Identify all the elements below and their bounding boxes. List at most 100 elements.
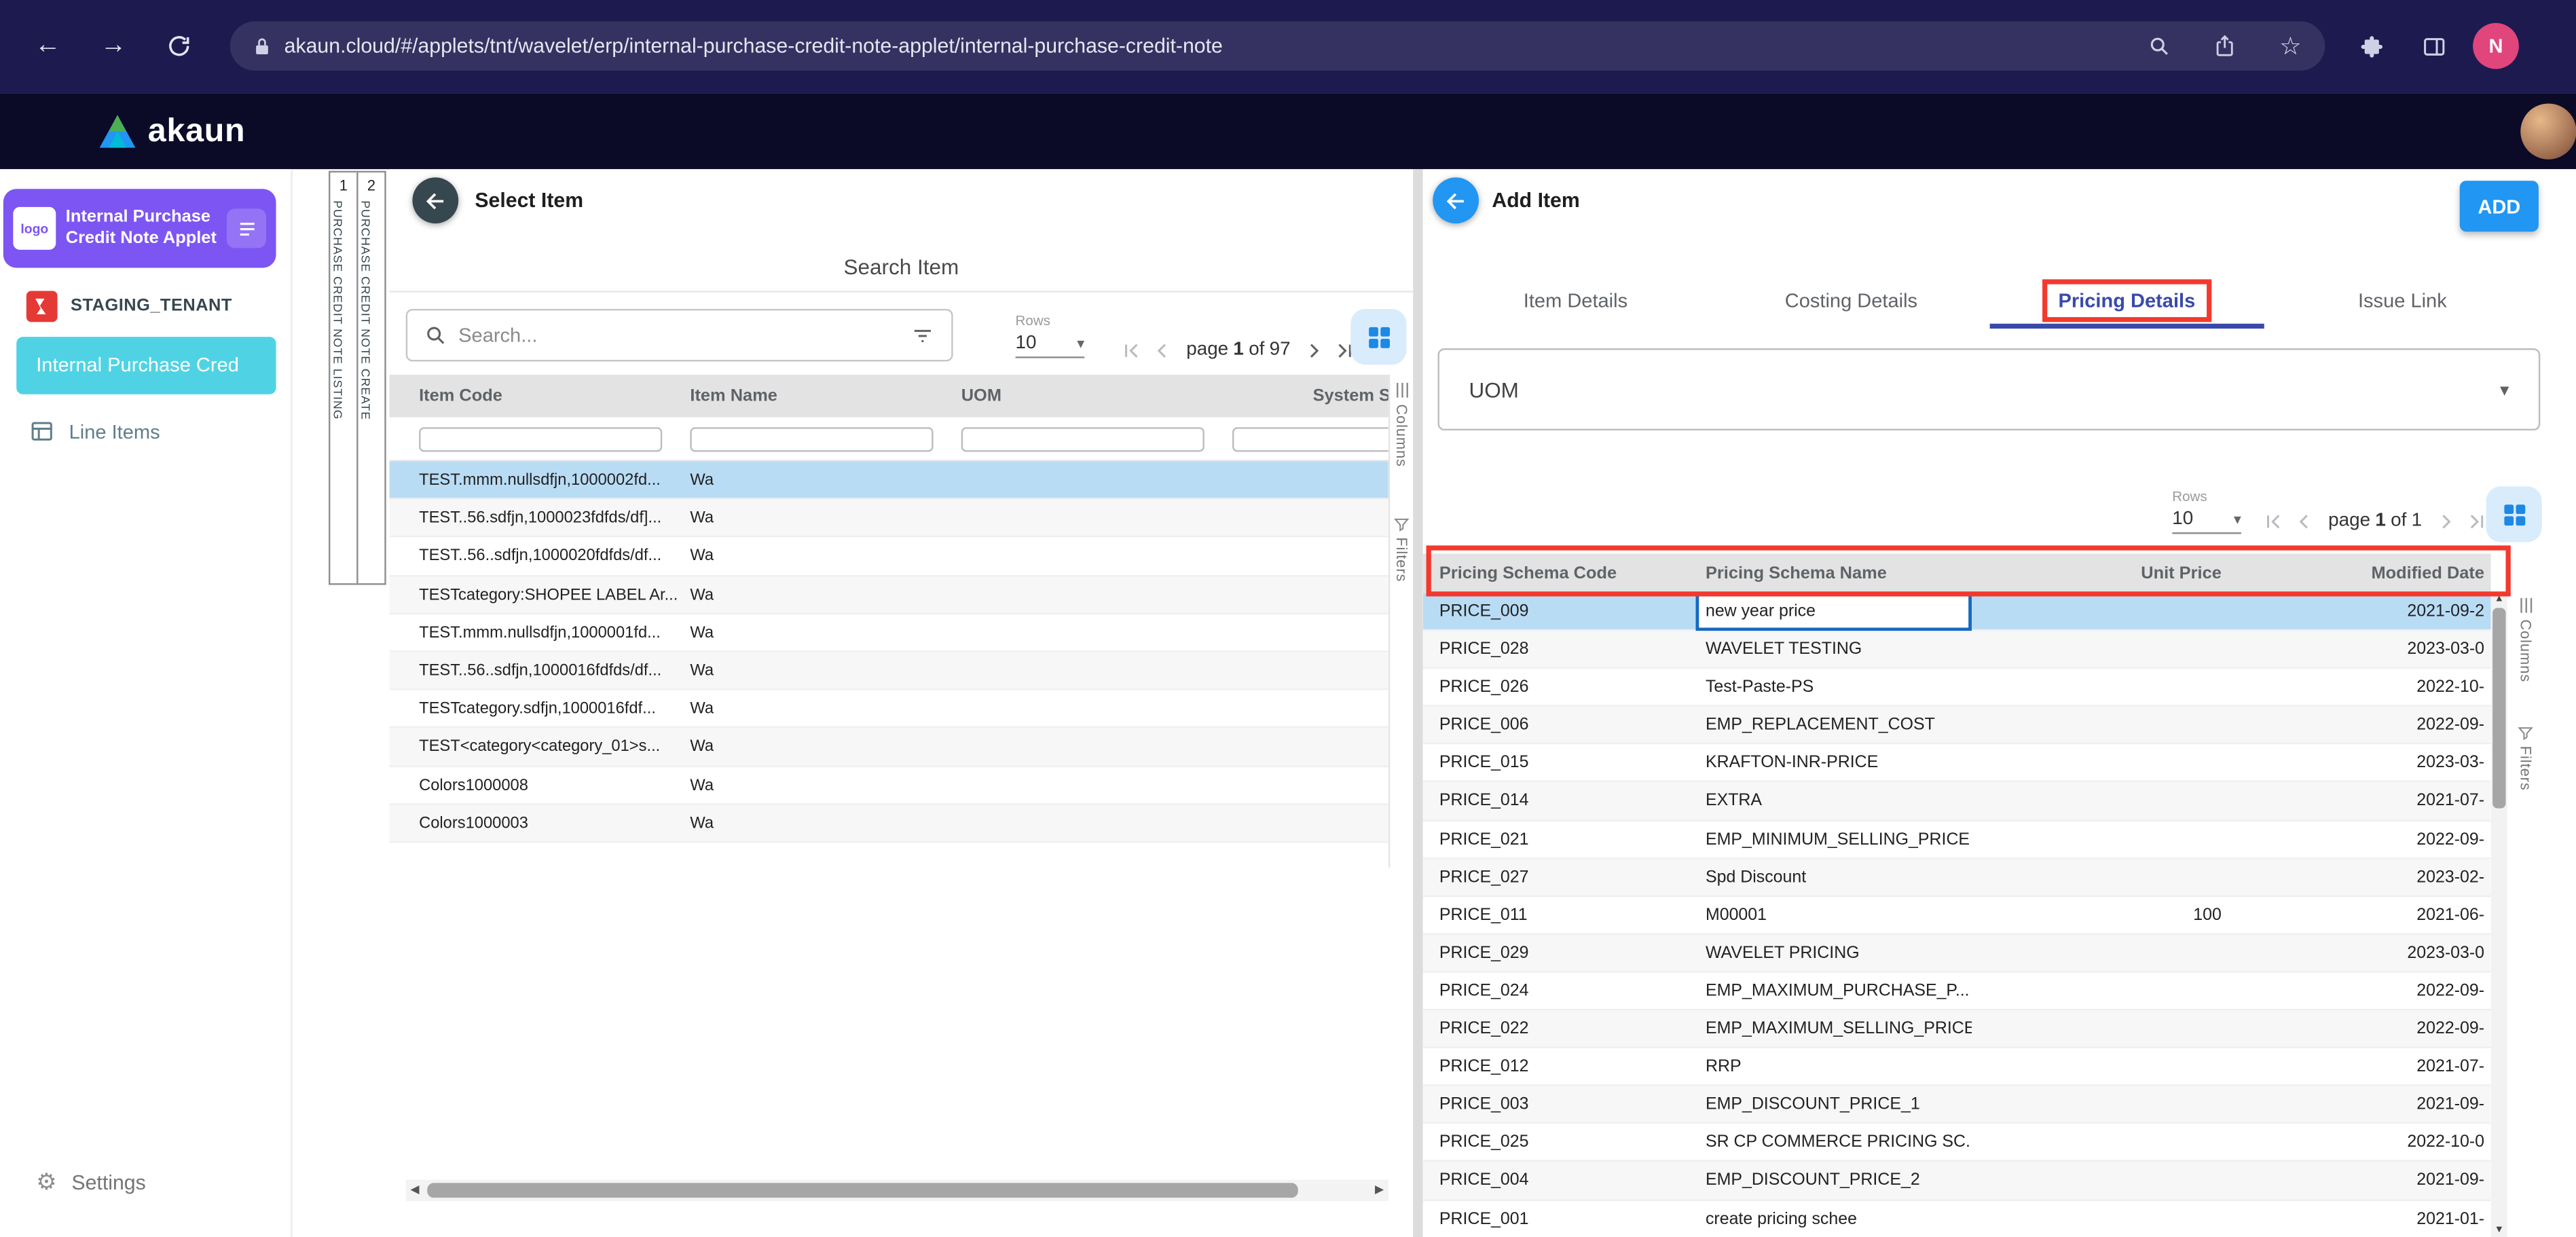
applet-logo-badge: logo (13, 207, 56, 250)
column-header-unit-price[interactable]: Unit Price (1972, 554, 2222, 593)
pricing-schema-code-cell: PRICE_014 (1429, 783, 1695, 821)
filters-rail-button[interactable]: Filters (2511, 724, 2541, 791)
columns-rail-button[interactable]: Columns (1390, 381, 1413, 467)
step-tab-create[interactable]: 2 PURCHASE CREDIT NOTE CREATE (356, 171, 386, 585)
browser-profile-avatar[interactable]: N (2473, 23, 2519, 69)
sidebar-item-settings[interactable]: ⚙ Settings (36, 1168, 145, 1196)
item-row[interactable]: Colors1000003 Wa (390, 805, 1388, 843)
bookmark-star-icon[interactable]: ☆ (2273, 28, 2308, 64)
item-row[interactable]: TESTcategory:SHOPEE LABEL Ar... Wa (390, 576, 1388, 614)
add-button[interactable]: ADD (2460, 181, 2539, 232)
module-button[interactable]: Internal Purchase Cred (16, 337, 276, 394)
user-avatar[interactable] (2520, 103, 2576, 159)
columns-rail-button[interactable]: Columns (2511, 596, 2541, 682)
lock-icon (253, 35, 272, 56)
item-row[interactable]: TEST..56..sdfjn,1000020fdfds/df... Wa (390, 538, 1388, 576)
rows-per-page-select[interactable]: Rows 10 ▾ (2172, 488, 2241, 534)
tab[interactable]: Issue Link (2264, 271, 2540, 329)
column-header-item-code[interactable]: Item Code (419, 375, 502, 418)
tab[interactable]: Pricing Details (1989, 271, 2264, 329)
filter-input-item-code[interactable] (419, 427, 662, 451)
item-row[interactable]: Colors1000008 Wa (390, 767, 1388, 805)
tab[interactable]: Item Details (1438, 271, 1714, 329)
pricing-row[interactable]: PRICE_015 KRAFTON-INR-PRICE 2023-03- (1423, 745, 2491, 783)
item-row[interactable]: TESTcategory.sdfjn,1000016fdf... Wa (390, 690, 1388, 728)
chevron-down-icon: ▾ (2500, 379, 2509, 400)
search-input[interactable] (458, 324, 899, 347)
akaun-logo[interactable]: akaun (98, 94, 245, 169)
pricing-row[interactable]: PRICE_028 WAVELET TESTING 2023-03-0 (1423, 631, 2491, 669)
prev-page-button[interactable] (2292, 509, 2317, 533)
tab[interactable]: Costing Details (1713, 271, 1989, 329)
pricing-row[interactable]: PRICE_022 EMP_MAXIMUM_SELLING_PRICE 2022… (1423, 1010, 2491, 1048)
pricing-row[interactable]: PRICE_021 EMP_MINIMUM_SELLING_PRICE 2022… (1423, 821, 2491, 859)
browser-forward-icon[interactable]: → (95, 28, 131, 64)
extensions-puzzle-icon[interactable] (2353, 28, 2389, 64)
filter-input-uom[interactable] (961, 427, 1204, 451)
browser-url-bar[interactable]: akaun.cloud/#/applets/tnt/wavelet/erp/in… (230, 21, 2325, 71)
browser-back-icon[interactable]: ← (30, 28, 66, 64)
applet-switcher-button[interactable]: logo Internal Purchase Credit Note Apple… (3, 189, 276, 267)
pricing-row[interactable]: PRICE_027 Spd Discount 2023-02- (1423, 859, 2491, 897)
back-button[interactable] (1433, 177, 1479, 223)
browser-reload-icon[interactable] (161, 28, 197, 64)
menu-hamburger-icon[interactable] (227, 208, 266, 248)
column-header-system-status[interactable]: System St (1313, 375, 1388, 418)
column-header-pricing-schema-name[interactable]: Pricing Schema Name (1706, 554, 1887, 593)
column-header-pricing-schema-code[interactable]: Pricing Schema Code (1439, 554, 1617, 593)
pricing-row[interactable]: PRICE_006 EMP_REPLACEMENT_COST 2022-09- (1423, 707, 2491, 745)
pricing-row[interactable]: PRICE_012 RRP 2021-07- (1423, 1048, 2491, 1086)
uom-select[interactable]: UOM ▾ (1438, 348, 2541, 430)
filters-rail-button[interactable]: Filters (1390, 516, 1413, 583)
pricing-row[interactable]: PRICE_009 new year price 2021-09-2 (1423, 593, 2491, 631)
filter-input-item-name[interactable] (690, 427, 933, 451)
item-row[interactable]: TEST.mmm.nullsdfjn,1000002fd... Wa (390, 462, 1388, 500)
share-icon[interactable] (2207, 28, 2243, 64)
pricing-row[interactable]: PRICE_029 WAVELET PRICING 2023-03-0 (1423, 935, 2491, 973)
pricing-row[interactable]: PRICE_024 EMP_MAXIMUM_PURCHASE_P... 2022… (1423, 972, 2491, 1010)
grid-view-button[interactable] (2486, 486, 2541, 542)
modified-date-cell: 2022-09- (2228, 972, 2485, 1010)
column-header-uom[interactable]: UOM (961, 375, 1001, 418)
scroll-left-icon[interactable]: ◀ (406, 1180, 424, 1201)
next-page-button[interactable] (2433, 509, 2458, 533)
item-row[interactable]: TEST.mmm.nullsdfjn,1000001fd... Wa (390, 614, 1388, 652)
panel-title: Select Item (475, 189, 583, 212)
rows-per-page-select[interactable]: Rows 10 ▾ (1016, 312, 1085, 358)
pricing-row[interactable]: PRICE_003 EMP_DISCOUNT_PRICE_1 2021-09- (1423, 1086, 2491, 1124)
column-header-item-name[interactable]: Item Name (690, 375, 777, 418)
first-page-button[interactable] (2261, 509, 2285, 533)
item-row[interactable]: TEST..56.sdfjn,1000023fdfds/df]... Wa (390, 500, 1388, 538)
back-button[interactable] (412, 177, 458, 223)
find-in-page-icon[interactable] (2141, 28, 2177, 64)
item-row[interactable]: TEST<category<category_01>s... Wa (390, 728, 1388, 767)
scroll-right-icon[interactable]: ▶ (1370, 1180, 1388, 1201)
first-page-button[interactable] (1119, 337, 1143, 362)
tenant-selector[interactable]: STAGING_TENANT (26, 288, 232, 324)
search-icon (424, 324, 447, 347)
vertical-scrollbar-thumb[interactable] (2492, 608, 2505, 808)
pricing-row[interactable]: PRICE_001 create pricing schee 2021-01- (1423, 1200, 2491, 1237)
side-panel-icon[interactable] (2415, 28, 2451, 64)
grid-icon (1365, 323, 1393, 351)
modified-date-cell: 2021-09- (2228, 1162, 2485, 1200)
filter-input-system-status[interactable] (1232, 427, 1388, 451)
scroll-up-icon[interactable]: ▲ (2491, 595, 2507, 605)
horizontal-scrollbar-thumb[interactable] (427, 1183, 1298, 1198)
filter-list-icon[interactable] (910, 323, 935, 348)
pricing-row[interactable]: PRICE_026 Test-Paste-PS 2022-10- (1423, 669, 2491, 707)
column-header-modified-date[interactable]: Modified Date (2228, 554, 2485, 593)
item-row[interactable]: TEST..56..sdfjn,1000016fdfds/df... Wa (390, 652, 1388, 690)
columns-icon (2518, 596, 2533, 614)
pricing-row[interactable]: PRICE_011 M00001 100 2021-06- (1423, 897, 2491, 935)
pricing-row[interactable]: PRICE_025 SR CP COMMERCE PRICING SC... 2… (1423, 1124, 2491, 1162)
pricing-row[interactable]: PRICE_014 EXTRA 2021-07- (1423, 783, 2491, 821)
scroll-down-icon[interactable]: ▼ (2491, 1225, 2507, 1236)
next-page-button[interactable] (1302, 337, 1327, 362)
uom-label: UOM (1469, 377, 2499, 401)
grid-view-button[interactable] (1350, 309, 1406, 365)
prev-page-button[interactable] (1150, 337, 1175, 362)
step-tab-listing[interactable]: 1 PURCHASE CREDIT NOTE LISTING (329, 171, 358, 585)
pricing-row[interactable]: PRICE_004 EMP_DISCOUNT_PRICE_2 2021-09- (1423, 1162, 2491, 1200)
sidebar-item-line-items[interactable]: Line Items (30, 419, 160, 443)
